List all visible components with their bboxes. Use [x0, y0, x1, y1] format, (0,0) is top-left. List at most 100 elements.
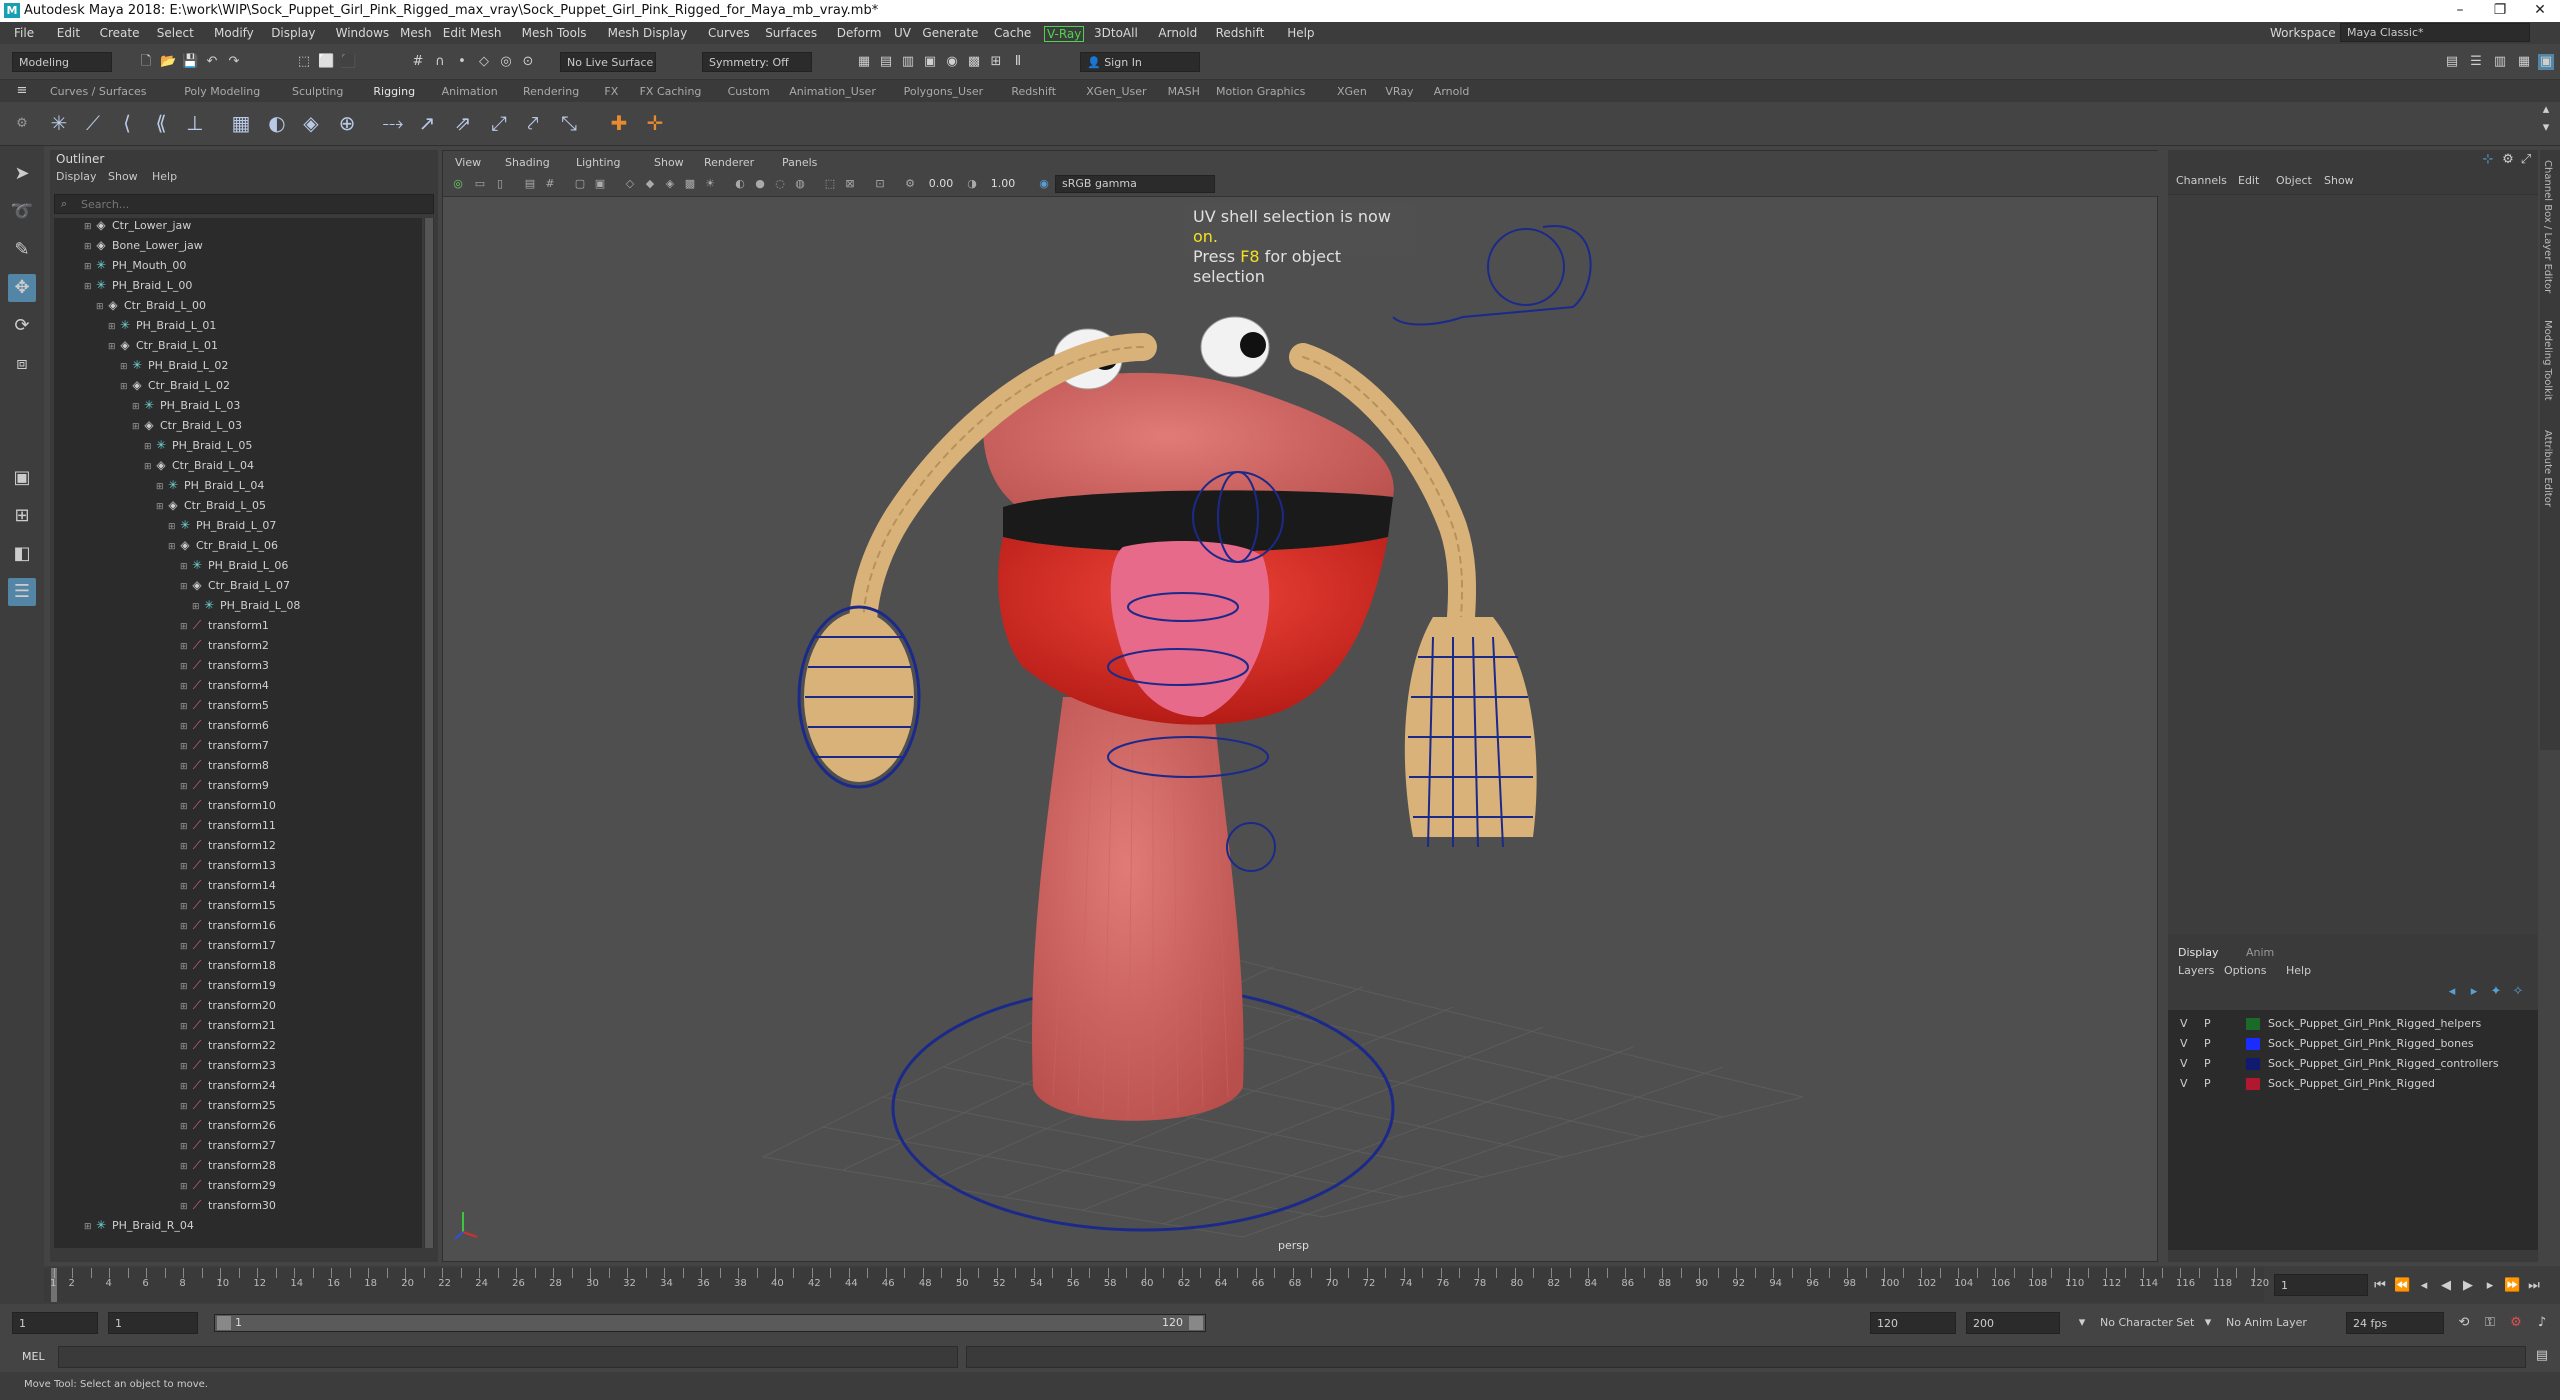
snap-plane-icon[interactable]: ◇ — [476, 54, 492, 70]
expand-icon[interactable]: ⊞ — [84, 262, 94, 272]
expand-icon[interactable]: ⊞ — [156, 502, 166, 512]
toggle-channel-box-icon[interactable]: ▣ — [2538, 54, 2554, 70]
outliner-item[interactable]: ⊞ ⟋ transform27 — [180, 1138, 276, 1158]
outliner-item[interactable]: ⊞ ✳ PH_Braid_L_05 — [144, 438, 252, 458]
side-tab-channel-box[interactable]: Channel Box / Layer Editor — [2542, 160, 2553, 293]
expand-icon[interactable]: ⊞ — [180, 562, 190, 572]
expand-icon[interactable]: ⊞ — [120, 362, 130, 372]
outliner-item[interactable]: ⊞ ⟋ transform10 — [180, 798, 276, 818]
layer-playback-toggle[interactable]: P — [2204, 1057, 2211, 1070]
menu-generate[interactable]: Generate — [922, 26, 978, 40]
outliner-item[interactable]: ⊞ ◈ Bone_Lower_jaw — [84, 238, 203, 258]
expand-icon[interactable]: ⊞ — [180, 742, 190, 752]
menu-create[interactable]: Create — [100, 26, 140, 40]
layer-menu-layers[interactable]: Layers — [2178, 964, 2214, 977]
smooth-shade-icon[interactable]: ◆ — [643, 177, 657, 191]
isolate-select-icon[interactable]: ⬚ — [823, 177, 837, 191]
expand-icon[interactable]: ⊞ — [180, 1022, 190, 1032]
layer-color-swatch[interactable] — [2246, 1058, 2260, 1070]
minimize-button[interactable]: – — [2440, 2, 2480, 20]
outliner-item[interactable]: ⊞ ✳ PH_Braid_L_07 — [168, 518, 276, 538]
menu-windows[interactable]: Windows — [336, 26, 390, 40]
select-camera-icon[interactable]: ◎ — [451, 177, 465, 191]
go-to-start-icon[interactable]: ⏮ — [2372, 1278, 2388, 1294]
mirror-joint-icon[interactable]: ⟪ — [148, 110, 174, 136]
step-back-key-icon[interactable]: ⏪ — [2394, 1278, 2410, 1294]
shelf-tab-sculpting[interactable]: Sculpting — [292, 85, 343, 98]
expand-icon[interactable]: ⊞ — [84, 282, 94, 292]
shelf-scroll-up-icon[interactable]: ▴ — [2538, 102, 2554, 118]
vray-icon[interactable]: ▩ — [966, 54, 982, 70]
render-settings-icon[interactable]: ▣ — [922, 54, 938, 70]
viewport-menu-panels[interactable]: Panels — [782, 156, 817, 169]
outliner-item[interactable]: ⊞ ✳ PH_Braid_L_08 — [192, 598, 300, 618]
move-layer-down-icon[interactable]: ▸ — [2466, 984, 2482, 1000]
layer-tab-display[interactable]: Display — [2178, 946, 2219, 959]
snap-curve-icon[interactable]: ∩ — [432, 54, 448, 70]
outliner-item[interactable]: ⊞ ⟋ transform15 — [180, 898, 276, 918]
expand-icon[interactable]: ⊞ — [84, 1222, 94, 1232]
menu-v-ray[interactable]: V-Ray — [1044, 26, 1085, 42]
shelf-tab-polygons-user[interactable]: Polygons_User — [904, 85, 984, 98]
expand-icon[interactable]: ⊞ — [144, 442, 154, 452]
orient-joint-icon[interactable]: ⊥ — [182, 110, 208, 136]
outliner-item[interactable]: ⊞ ✳ PH_Braid_L_03 — [132, 398, 240, 418]
outliner-item[interactable]: ⊞ ⟋ transform24 — [180, 1078, 276, 1098]
save-scene-icon[interactable]: 💾 — [182, 54, 198, 70]
outliner-item[interactable]: ⊞ ⟋ transform16 — [180, 918, 276, 938]
expand-icon[interactable]: ⊞ — [180, 642, 190, 652]
expand-icon[interactable]: ⊞ — [180, 1102, 190, 1112]
time-slider-track[interactable]: 1 2 4 6 8 10 12 14 16 18 20 22 24 26 28 30 32 34 36 38 40 42 4… — [44, 1268, 2269, 1302]
shelf-tab-xgen[interactable]: XGen — [1337, 85, 1367, 98]
four-view-icon[interactable]: ⊞ — [8, 502, 36, 530]
rotate-tool-icon[interactable]: ⟳ — [8, 312, 36, 340]
paint-select-tool-icon[interactable]: ✎ — [8, 236, 36, 264]
bind-skin-icon[interactable]: ▦ — [228, 110, 254, 136]
script-editor-icon[interactable]: ▤ — [2534, 1348, 2550, 1364]
toggle-panel-icon[interactable]: ▤ — [2444, 54, 2460, 70]
vray-vfb-icon[interactable]: ⊞ — [988, 54, 1004, 70]
outliner-item[interactable]: ⊞ ⟋ transform20 — [180, 998, 276, 1018]
shelf-tab-redshift[interactable]: Redshift — [1011, 85, 1056, 98]
outliner-scrollbar[interactable] — [424, 218, 434, 1248]
range-start-handle[interactable] — [217, 1316, 231, 1330]
film-gate-icon[interactable]: ▢ — [573, 177, 587, 191]
pole-vector-icon[interactable]: ⤡ — [556, 110, 582, 136]
outliner-search-input[interactable]: ⌕ Search... — [54, 194, 434, 214]
outliner-item[interactable]: ⊞ ◈ Ctr_Braid_L_04 — [144, 458, 254, 478]
expand-icon[interactable]: ⊞ — [180, 842, 190, 852]
outliner-item[interactable]: ⊞ ◈ Ctr_Braid_L_03 — [132, 418, 242, 438]
sign-in-button[interactable]: 👤 Sign In — [1080, 52, 1200, 72]
expand-icon[interactable]: ⊞ — [108, 342, 118, 352]
outliner-item[interactable]: ⊞ ⟋ transform9 — [180, 778, 269, 798]
menu-uv[interactable]: UV — [894, 26, 911, 40]
viewport-menu-renderer[interactable]: Renderer — [704, 156, 754, 169]
fps-select[interactable]: 24 fps — [2346, 1312, 2444, 1334]
expand-icon[interactable]: ⊞ — [132, 402, 142, 412]
expand-icon[interactable]: ⊞ — [180, 902, 190, 912]
expand-icon[interactable]: ⊞ — [132, 422, 142, 432]
layer-playback-toggle[interactable]: P — [2204, 1037, 2211, 1050]
expand-icon[interactable]: ⊞ — [180, 782, 190, 792]
maximize-button[interactable]: ❐ — [2480, 2, 2520, 20]
motion-blur-icon[interactable]: ◌ — [773, 177, 787, 191]
outliner-item[interactable]: ⊞ ◈ Ctr_Braid_L_01 — [108, 338, 218, 358]
outliner-item[interactable]: ⊞ ⟋ transform30 — [180, 1198, 276, 1218]
new-scene-icon[interactable]: 🗋 — [138, 54, 154, 70]
expand-icon[interactable]: ⊞ — [180, 622, 190, 632]
outliner-item[interactable]: ⊞ ✳ PH_Braid_L_01 — [108, 318, 216, 338]
undo-icon[interactable]: ↶ — [204, 54, 220, 70]
layer-row[interactable]: V P Sock_Puppet_Girl_Pink_Rigged_helpers — [2174, 1014, 2532, 1034]
menu-surfaces[interactable]: Surfaces — [765, 26, 817, 40]
menu-3dtoall[interactable]: 3DtoAll — [1094, 26, 1138, 40]
snap-grid-icon[interactable]: # — [410, 54, 426, 70]
select-object-icon[interactable]: ⬜ — [318, 54, 334, 70]
outliner-item[interactable]: ⊞ ◈ Ctr_Lower_jaw — [84, 218, 191, 238]
layer-visibility-toggle[interactable]: V — [2180, 1037, 2188, 1050]
playback-start-field[interactable]: 1 — [108, 1312, 198, 1334]
viewport-menu-shading[interactable]: Shading — [505, 156, 550, 169]
animation-prefs-icon[interactable]: ⚙ — [2508, 1315, 2524, 1331]
menu-deform[interactable]: Deform — [837, 26, 882, 40]
outliner-item[interactable]: ⊞ ⟋ transform17 — [180, 938, 276, 958]
outliner-item[interactable]: ⊞ ⟋ transform3 — [180, 658, 269, 678]
